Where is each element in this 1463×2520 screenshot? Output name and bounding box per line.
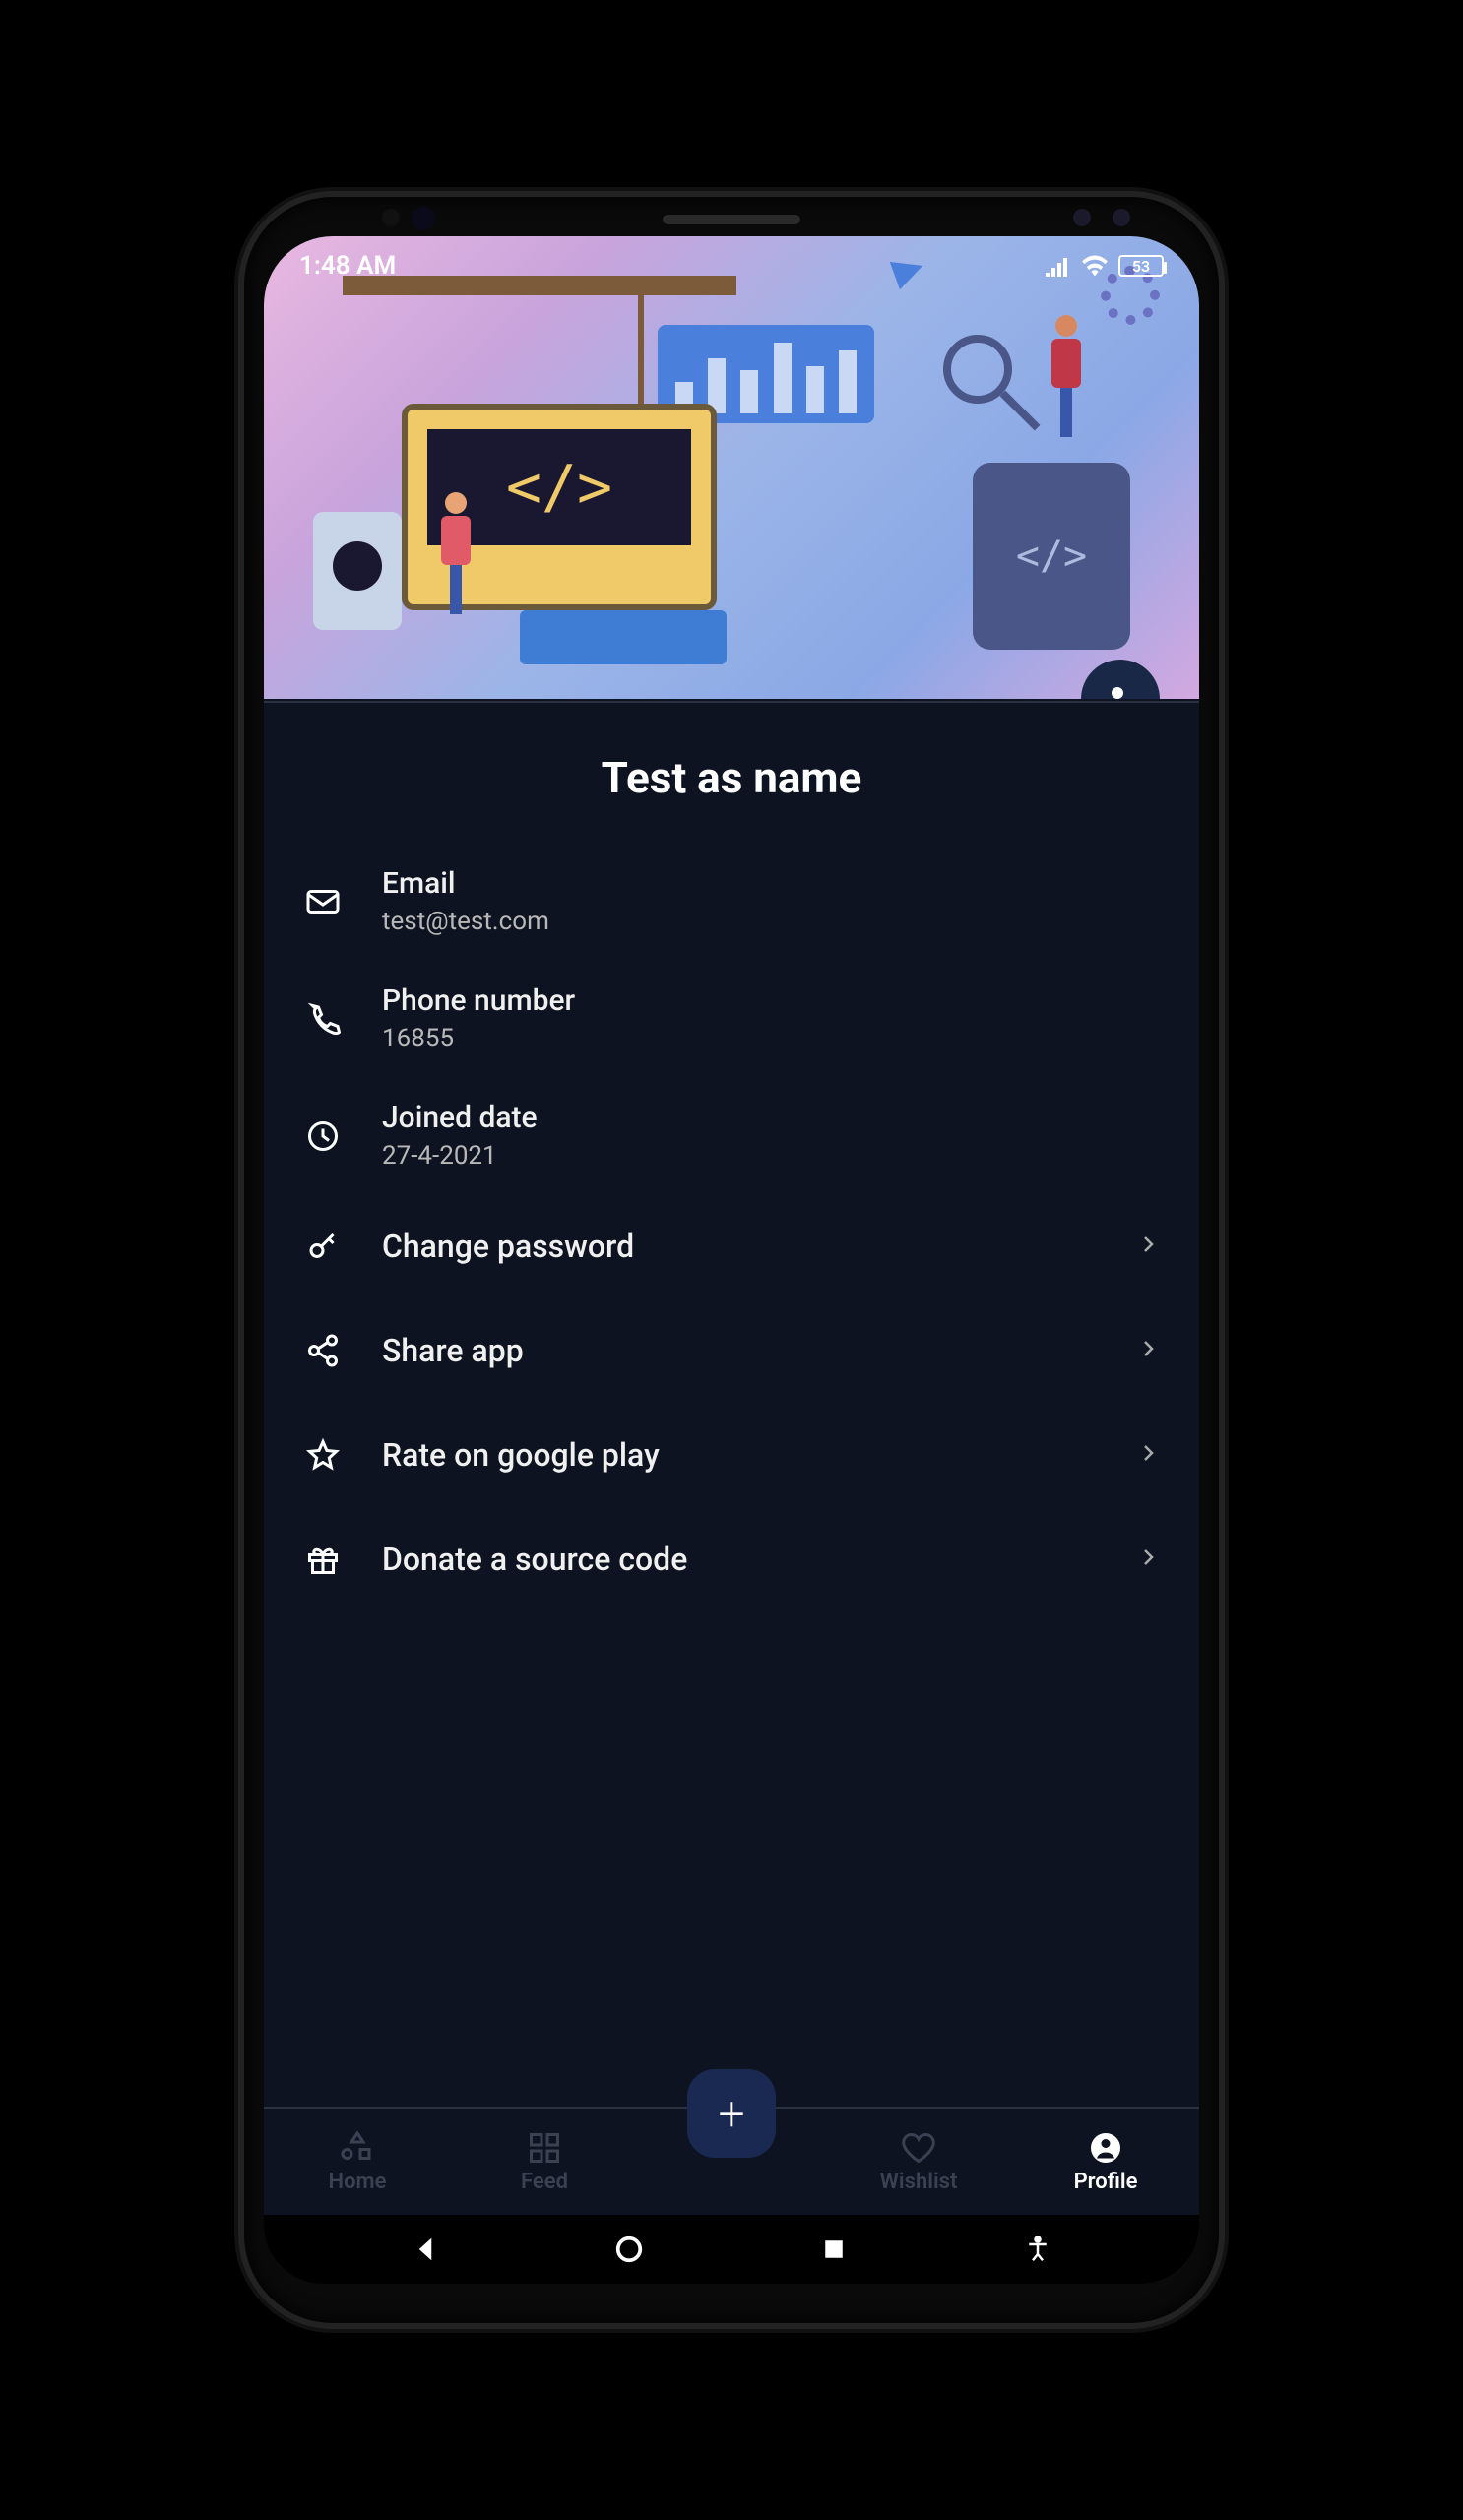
rate-label: Rate on google play — [382, 1436, 1097, 1474]
home-circle-icon[interactable] — [614, 2235, 644, 2264]
gift-icon — [303, 1542, 343, 1577]
clock-icon — [303, 1118, 343, 1154]
nav-wishlist-label: Wishlist — [880, 2170, 958, 2194]
camera-dot — [1073, 209, 1091, 226]
edit-profile-button[interactable] — [1081, 660, 1160, 699]
profile-header-illustration: </> </> — [264, 236, 1199, 699]
donate-row[interactable]: Donate a source code — [293, 1507, 1170, 1611]
joined-label: Joined date — [382, 1101, 1160, 1135]
heart-icon — [901, 2130, 936, 2166]
screen: 1:48 AM 53 </> </> — [264, 236, 1199, 2284]
wifi-icon — [1081, 255, 1109, 277]
person-edit-icon — [1103, 681, 1138, 699]
grid-icon — [527, 2130, 562, 2166]
bottom-nav: Home Feed + Wishlist Profile — [264, 2107, 1199, 2215]
nav-home-label: Home — [329, 2170, 387, 2194]
chevron-right-icon — [1136, 1441, 1160, 1469]
sensor-dot — [382, 209, 400, 226]
recents-icon[interactable] — [819, 2235, 849, 2264]
nav-feed[interactable]: Feed — [451, 2130, 638, 2194]
joined-row: Joined date 27-4-2021 — [293, 1077, 1170, 1194]
plus-icon: + — [718, 2086, 744, 2142]
phone-row: Phone number 16855 — [293, 960, 1170, 1077]
sensor-dot — [412, 207, 435, 230]
donate-label: Donate a source code — [382, 1541, 1097, 1578]
speaker-notch — [663, 215, 800, 224]
shapes-icon — [340, 2130, 375, 2166]
accessibility-icon[interactable] — [1023, 2235, 1052, 2264]
email-value: test@test.com — [382, 907, 1160, 936]
phone-icon — [303, 1001, 343, 1037]
phone-device-frame: 1:48 AM 53 </> </> — [244, 197, 1219, 2323]
nav-profile-label: Profile — [1074, 2170, 1138, 2194]
nav-profile[interactable]: Profile — [1012, 2130, 1199, 2194]
add-button[interactable]: + — [687, 2069, 776, 2158]
profile-content: Test as name Email test@test.com Phone n… — [264, 703, 1199, 2107]
camera-dot — [1113, 209, 1130, 226]
back-icon[interactable] — [411, 2235, 440, 2264]
mail-icon — [303, 884, 343, 919]
star-icon — [303, 1437, 343, 1473]
battery-icon: 53 — [1118, 255, 1164, 277]
status-right: 53 — [1046, 255, 1164, 277]
rate-row[interactable]: Rate on google play — [293, 1403, 1170, 1507]
phone-label: Phone number — [382, 983, 1160, 1018]
chevron-right-icon — [1136, 1337, 1160, 1364]
share-icon — [303, 1333, 343, 1368]
share-app-row[interactable]: Share app — [293, 1298, 1170, 1403]
key-icon — [303, 1228, 343, 1264]
android-system-nav — [264, 2215, 1199, 2284]
phone-value: 16855 — [382, 1024, 1160, 1053]
status-time: 1:48 AM — [299, 251, 396, 281]
nav-home[interactable]: Home — [264, 2130, 451, 2194]
joined-value: 27-4-2021 — [382, 1141, 1160, 1170]
profile-name: Test as name — [293, 752, 1170, 803]
change-password-row[interactable]: Change password — [293, 1194, 1170, 1298]
signal-icon — [1046, 255, 1071, 277]
person-circle-icon — [1088, 2130, 1123, 2166]
nav-wishlist[interactable]: Wishlist — [825, 2130, 1012, 2194]
status-bar: 1:48 AM 53 — [264, 236, 1199, 295]
email-row: Email test@test.com — [293, 843, 1170, 960]
change-password-label: Change password — [382, 1228, 1097, 1265]
chevron-right-icon — [1136, 1232, 1160, 1260]
share-app-label: Share app — [382, 1332, 1097, 1369]
chevron-right-icon — [1136, 1545, 1160, 1573]
email-label: Email — [382, 866, 1160, 901]
nav-feed-label: Feed — [521, 2170, 568, 2194]
